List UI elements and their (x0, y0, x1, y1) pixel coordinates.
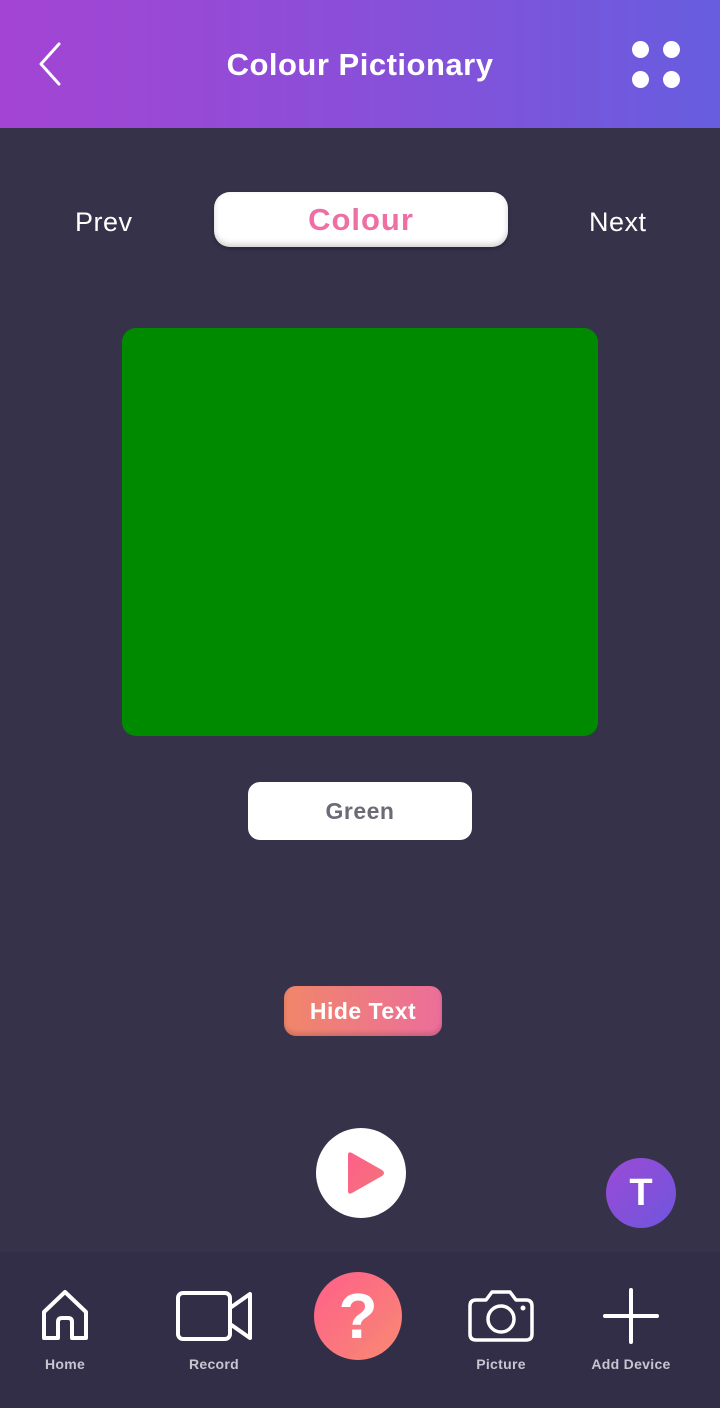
app-header: Colour Pictionary (0, 0, 720, 128)
play-button[interactable] (316, 1128, 406, 1218)
tab-home[interactable]: Home (20, 1278, 110, 1388)
help-button[interactable]: ? (314, 1272, 402, 1360)
tab-add-device-label: Add Device (591, 1356, 671, 1372)
prev-button[interactable]: Prev (75, 203, 133, 241)
tab-home-label: Home (44, 1356, 86, 1372)
video-camera-icon (176, 1291, 252, 1341)
colour-swatch (122, 328, 598, 736)
home-icon (42, 1290, 88, 1340)
colour-name-label: Green (248, 782, 472, 840)
category-label[interactable]: Colour (214, 192, 508, 247)
question-mark-icon: ? (338, 1280, 378, 1352)
tab-picture[interactable]: Picture (456, 1278, 546, 1388)
play-icon (348, 1152, 384, 1194)
tab-add-device[interactable]: Add Device (581, 1278, 681, 1388)
tab-picture-label: Picture (476, 1356, 526, 1372)
user-avatar[interactable]: T (606, 1158, 676, 1228)
tab-record[interactable]: Record (164, 1278, 264, 1388)
menu-button[interactable] (626, 36, 686, 92)
hide-text-button[interactable]: Hide Text (284, 986, 442, 1036)
page-title: Colour Pictionary (226, 47, 494, 82)
next-button[interactable]: Next (589, 203, 647, 241)
camera-icon (468, 1290, 534, 1342)
plus-icon (603, 1288, 659, 1344)
tab-record-label: Record (188, 1356, 240, 1372)
